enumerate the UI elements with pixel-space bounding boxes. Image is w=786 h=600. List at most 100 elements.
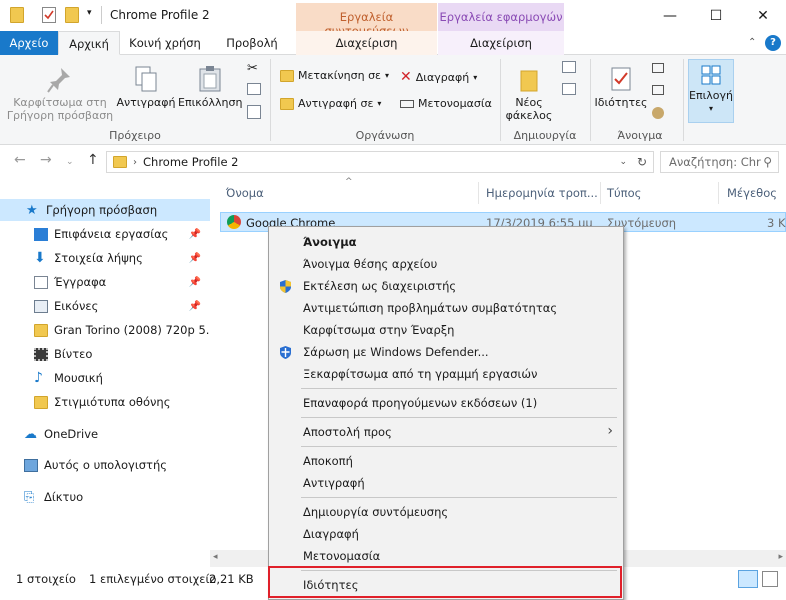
menu-delete[interactable]: Διαγραφή	[269, 523, 623, 545]
details-view-icon[interactable]	[738, 570, 758, 588]
paste-shortcut-icon[interactable]	[247, 105, 261, 119]
nav-this-pc[interactable]: Αυτός ο υπολογιστής	[0, 454, 210, 476]
context-menu: Άνοιγμα Άνοιγμα θέσης αρχείου Εκτέλεση ω…	[268, 226, 624, 600]
refresh-icon[interactable]: ↻	[637, 155, 647, 169]
move-to-button[interactable]: Μετακίνηση σε ▾	[280, 69, 389, 82]
nav-desktop[interactable]: Επιφάνεια εργασίας 📌	[0, 223, 210, 245]
select-button[interactable]: Επιλογή ▾	[688, 59, 734, 123]
menu-copy[interactable]: Αντιγραφή	[269, 472, 623, 494]
properties-ribbon-label: Ιδιότητες	[594, 96, 648, 109]
column-separator[interactable]	[718, 182, 719, 204]
menu-rename[interactable]: Μετονομασία	[269, 545, 623, 567]
tab-view[interactable]: Προβολή	[212, 31, 292, 55]
maximize-button[interactable]: ☐	[693, 0, 739, 31]
column-type[interactable]: Τύπος	[607, 186, 641, 200]
tab-manage-app[interactable]: Διαχείριση	[438, 31, 564, 55]
search-input[interactable]: Αναζήτηση: Chr ⚲	[660, 151, 779, 173]
nav-documents[interactable]: Έγγραφα 📌	[0, 271, 210, 293]
column-name[interactable]: Όνομα	[226, 186, 264, 200]
breadcrumb-current[interactable]: Chrome Profile 2	[143, 155, 239, 169]
pin-icon[interactable]: 📌	[189, 229, 201, 240]
back-arrow-icon[interactable]: ←	[14, 152, 26, 168]
computer-icon	[24, 458, 38, 472]
copy-to-button[interactable]: Αντιγραφή σε ▾	[280, 97, 381, 110]
tab-manage-shortcut[interactable]: Διαχείριση	[296, 31, 437, 55]
column-size[interactable]: Μέγεθος	[727, 186, 777, 200]
customize-toolbar-chevron-icon[interactable]: ▾	[87, 8, 92, 18]
recent-locations-chevron-icon[interactable]: ⌄	[66, 157, 74, 167]
menu-create-shortcut[interactable]: Δημιουργία συντόμευσης	[269, 501, 623, 523]
edit-icon[interactable]	[652, 85, 664, 95]
folder-icon	[34, 395, 48, 409]
new-item-icon[interactable]	[562, 61, 576, 73]
menu-run-as-admin[interactable]: Εκτέλεση ως διαχειριστής	[269, 275, 623, 297]
large-icons-view-icon[interactable]	[762, 571, 778, 587]
file-size: 3 K	[767, 216, 786, 230]
paste-button[interactable]: Επικόλληση	[178, 65, 242, 109]
properties-check-icon[interactable]	[42, 7, 56, 23]
tab-file[interactable]: Αρχείο	[0, 31, 58, 55]
nav-onedrive[interactable]: ☁ OneDrive	[0, 423, 210, 445]
nav-downloads[interactable]: ⬇ Στοιχεία λήψης 📌	[0, 247, 210, 269]
menu-cut[interactable]: Αποκοπή	[269, 450, 623, 472]
menu-separator	[301, 388, 617, 389]
folder-icon	[10, 7, 24, 23]
copy-button[interactable]: Αντιγραφή	[116, 65, 176, 109]
menu-unpin-taskbar[interactable]: Ξεκαρφίτσωμα από τη γραμμή εργασιών	[269, 363, 623, 385]
pin-icon[interactable]: 📌	[189, 277, 201, 288]
nav-label: Επιφάνεια εργασίας	[54, 227, 169, 241]
open-icon[interactable]	[652, 63, 664, 73]
scroll-left-icon[interactable]: ◂	[213, 552, 218, 562]
menu-restore-previous[interactable]: Επαναφορά προηγούμενων εκδόσεων (1)	[269, 392, 623, 414]
nav-videos[interactable]: Βίντεο	[0, 343, 210, 365]
nav-screenshots[interactable]: Στιγμιότυπα οθόνης	[0, 391, 210, 413]
new-folder-icon[interactable]	[65, 7, 79, 23]
column-date[interactable]: Ημερομηνία τροπ...	[486, 186, 598, 200]
status-item-count: 1 στοιχείο	[16, 572, 76, 586]
nav-pictures[interactable]: Εικόνες 📌	[0, 295, 210, 317]
menu-pin-start[interactable]: Καρφίτσωμα στην Έναρξη	[269, 319, 623, 341]
pin-icon[interactable]: 📌	[189, 253, 201, 264]
shortcut-tools-tab[interactable]: Εργαλεία συντομεύσεων	[296, 3, 437, 38]
cut-icon[interactable]: ✂	[247, 61, 258, 76]
app-tools-tab[interactable]: Εργαλεία εφαρμογών	[438, 3, 564, 31]
nav-music[interactable]: ♪ Μουσική	[0, 367, 210, 389]
new-folder-button[interactable]: Νέος φάκελος	[504, 65, 554, 122]
pin-icon[interactable]: 📌	[189, 301, 201, 312]
address-dropdown-icon[interactable]: ⌄	[619, 157, 627, 167]
menu-scan-defender[interactable]: Σάρωση με Windows Defender...	[269, 341, 623, 363]
copy-folder-icon	[280, 97, 294, 110]
nav-gran-torino[interactable]: Gran Torino (2008) 720p 5.1 E	[0, 319, 210, 341]
rename-button[interactable]: Μετονομασία	[400, 97, 492, 110]
easy-access-icon[interactable]	[562, 83, 576, 95]
breadcrumb-chevron-icon[interactable]: ›	[133, 157, 137, 168]
minimize-button[interactable]: —	[647, 0, 693, 31]
column-separator[interactable]	[600, 182, 601, 204]
tab-share[interactable]: Κοινή χρήση	[122, 31, 208, 55]
pin-quick-access-button[interactable]: Καρφίτσωμα στη Γρήγορη πρόσβαση	[6, 65, 114, 122]
address-bar[interactable]: › Chrome Profile 2 ⌄ ↻	[106, 151, 654, 173]
forward-arrow-icon[interactable]: →	[40, 152, 52, 168]
delete-button[interactable]: ✕ Διαγραφή ▾	[400, 69, 477, 85]
nav-network[interactable]: ⎘ Δίκτυο	[0, 486, 210, 508]
tab-home[interactable]: Αρχική	[58, 31, 120, 55]
help-icon[interactable]: ?	[765, 35, 781, 51]
history-icon[interactable]	[652, 107, 664, 119]
menu-troubleshoot[interactable]: Αντιμετώπιση προβλημάτων συμβατότητας	[269, 297, 623, 319]
music-note-icon: ♪	[34, 369, 43, 386]
dropdown-arrow-icon: ▾	[473, 72, 478, 82]
menu-open[interactable]: Άνοιγμα	[269, 231, 623, 253]
menu-send-to[interactable]: Αποστολή προς ›	[269, 421, 623, 443]
collapse-ribbon-icon[interactable]: ⌃	[748, 37, 756, 48]
menu-open-location[interactable]: Άνοιγμα θέσης αρχείου	[269, 253, 623, 275]
properties-ribbon-button[interactable]: Ιδιότητες	[592, 65, 650, 109]
copy-path-icon[interactable]	[247, 83, 261, 95]
close-button[interactable]: ✕	[740, 0, 786, 31]
desktop-icon	[34, 227, 48, 241]
scroll-right-icon[interactable]: ▸	[778, 552, 783, 562]
column-separator[interactable]	[478, 182, 479, 204]
cloud-icon: ☁	[24, 426, 37, 442]
up-arrow-icon[interactable]: ↑	[87, 152, 99, 168]
new-folder-label: Νέος φάκελος	[505, 96, 553, 122]
nav-quick-access[interactable]: ★ Γρήγορη πρόσβαση	[0, 199, 210, 221]
